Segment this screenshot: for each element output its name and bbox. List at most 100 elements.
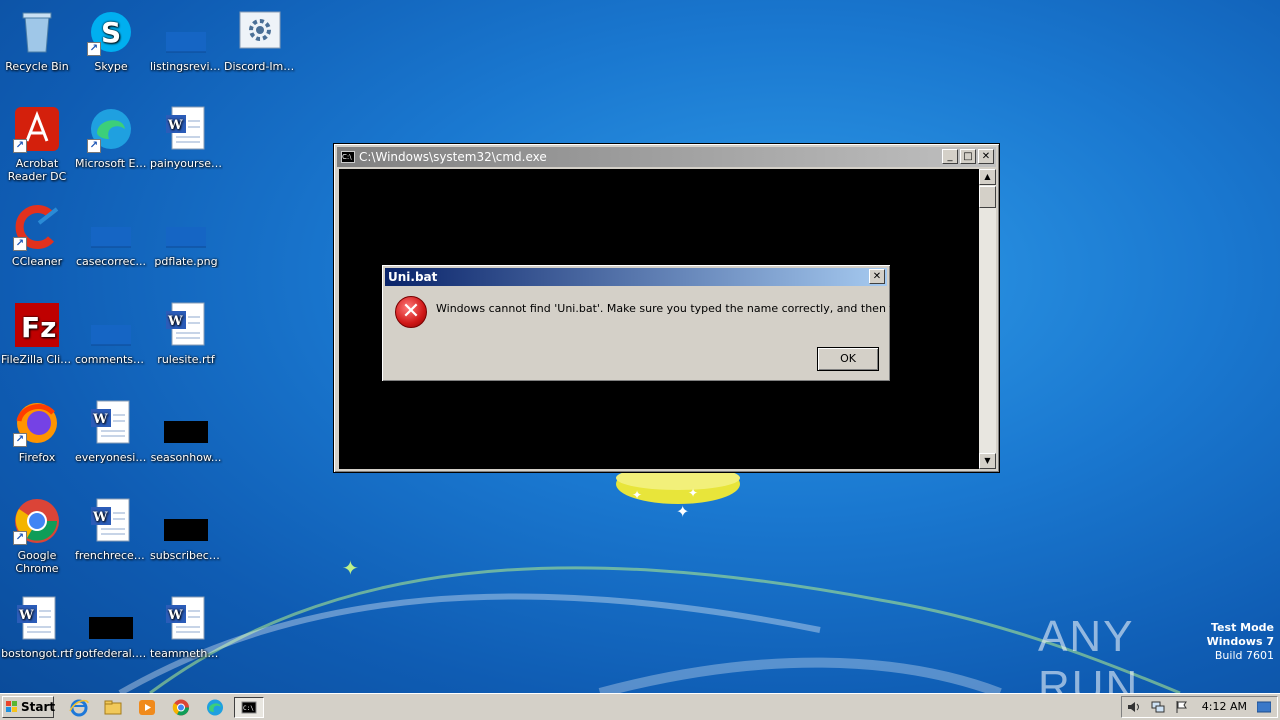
desktop-icon-recycle-bin[interactable]: Recycle Bin [0, 8, 74, 73]
icon-label: painyourself... [150, 157, 223, 170]
chrome-icon[interactable] [170, 697, 192, 718]
desktop-icon-frenchrecen[interactable]: W frenchrecen... [74, 497, 148, 562]
icon-label: Acrobat Reader DC [7, 157, 67, 183]
dialog-close-button[interactable]: ✕ [869, 269, 885, 284]
desktop-icon-chrome[interactable]: ↗ Google Chrome [0, 497, 74, 575]
desktop-icon-firefox[interactable]: ↗ Firefox [0, 399, 74, 464]
dialog-title: Uni.bat [388, 270, 438, 284]
clock[interactable]: 4:12 AM [1202, 697, 1247, 717]
svg-text:W: W [167, 118, 183, 133]
desktop-icon-casecorrec[interactable]: casecorrec... [74, 203, 148, 268]
volume-icon[interactable] [1127, 701, 1141, 713]
icon-label: Firefox [18, 451, 56, 464]
settings-file-icon [236, 8, 284, 56]
chrome-icon: ↗ [13, 497, 61, 545]
dialog-message: Windows cannot find 'Uni.bat'. Make sure… [436, 302, 943, 315]
desktop-icon-ccleaner[interactable]: ↗ CCleaner [0, 203, 74, 268]
shortcut-arrow-icon: ↗ [13, 531, 27, 545]
svg-text:✦: ✦ [632, 488, 642, 502]
desktop-icon-everyonesix[interactable]: W everyonesix... [74, 399, 148, 464]
svg-text:C:\: C:\ [243, 705, 254, 712]
desktop-icon-seasonhow[interactable]: seasonhow... [149, 399, 223, 464]
cmd-title: C:\Windows\system32\cmd.exe [359, 150, 547, 164]
show-desktop-icon[interactable] [1257, 701, 1271, 713]
scroll-down-icon[interactable]: ▼ [979, 453, 996, 469]
desktop-icon-filezilla[interactable]: Fz FileZilla Client [0, 301, 74, 366]
svg-text:W: W [18, 608, 34, 623]
black-image-icon [162, 399, 210, 447]
shortcut-arrow-icon: ↗ [87, 42, 101, 56]
anyrun-logo-text: ANY RUN [1038, 612, 1140, 693]
icon-label: gotfederal.jpg [75, 647, 148, 660]
test-mode-watermark: Test Mode Windows 7 Build 7601 [1207, 621, 1274, 663]
desktop-icon-skype[interactable]: S ↗ Skype [74, 8, 148, 73]
ok-button[interactable]: OK [817, 347, 879, 371]
action-center-flag-icon[interactable] [1175, 701, 1189, 713]
scroll-thumb[interactable] [979, 186, 996, 208]
svg-text:W: W [167, 314, 183, 329]
desktop-icon-edge[interactable]: ↗ Microsoft Edge [74, 105, 148, 170]
svg-text:✦: ✦ [676, 502, 689, 521]
icon-label: frenchrecen... [75, 549, 148, 562]
cmd-icon: C:\ [341, 151, 355, 163]
svg-text:W: W [92, 510, 108, 525]
icon-label: FileZilla Client [1, 353, 74, 366]
svg-text:✦: ✦ [342, 556, 359, 580]
svg-text:✦: ✦ [688, 486, 698, 500]
desktop-icon-discord-image[interactable]: Discord-Ima... [223, 8, 297, 73]
ccleaner-icon: ↗ [13, 203, 61, 251]
scroll-up-icon[interactable]: ▲ [979, 169, 996, 185]
cmd-titlebar[interactable]: C:\ C:\Windows\system32\cmd.exe _ □ ✕ [337, 147, 996, 167]
icon-label: commentslit... [75, 353, 148, 366]
taskbar: Start C:\ 4:12 AM [0, 693, 1280, 720]
shortcut-arrow-icon: ↗ [13, 237, 27, 251]
icon-label: CCleaner [11, 255, 63, 268]
minimize-button[interactable]: _ [942, 149, 958, 164]
file-explorer-icon[interactable] [102, 697, 124, 718]
icon-label: listingsrevie... [150, 60, 223, 73]
word-doc-icon: W [162, 301, 210, 349]
error-dialog[interactable]: Uni.bat ✕ ✕ Windows cannot find 'Uni.bat… [381, 264, 942, 382]
icon-label: rulesite.rtf [157, 353, 215, 366]
desktop-icon-painyourself[interactable]: W painyourself... [149, 105, 223, 170]
icon-label: Microsoft Edge [75, 157, 148, 170]
cmd-taskbar-button[interactable]: C:\ [234, 697, 264, 718]
desktop-icon-commentslit[interactable]: commentslit... [74, 301, 148, 366]
word-doc-icon: W [162, 105, 210, 153]
start-button[interactable]: Start [2, 696, 56, 718]
cmd-scrollbar[interactable]: ▲ ▼ [979, 169, 996, 469]
desktop-icon-teammetho[interactable]: W teammetho... [149, 595, 223, 660]
internet-explorer-icon[interactable] [68, 697, 90, 718]
icon-label: Discord-Ima... [224, 60, 297, 73]
close-button[interactable]: ✕ [978, 149, 994, 164]
image-file-icon [87, 203, 135, 251]
desktop-icon-listingsrevie[interactable]: listingsrevie... [149, 8, 223, 73]
watermark-line1: Test Mode [1211, 621, 1274, 634]
shortcut-arrow-icon: ↗ [13, 433, 27, 447]
icon-label: subscribecu... [150, 549, 223, 562]
icon-label: bostongot.rtf [1, 647, 73, 660]
start-label: Start [21, 700, 56, 714]
desktop-icon-subscribecu[interactable]: subscribecu... [149, 497, 223, 562]
desktop-icon-pdflate[interactable]: pdflate.png [149, 203, 223, 268]
error-icon: ✕ [395, 296, 427, 328]
desktop-icon-acrobat[interactable]: ↗ Acrobat Reader DC [0, 105, 74, 183]
word-doc-icon: W [87, 399, 135, 447]
image-file-icon [87, 301, 135, 349]
dialog-titlebar[interactable]: Uni.bat ✕ [385, 268, 887, 286]
desktop-icon-gotfederal[interactable]: gotfederal.jpg [74, 595, 148, 660]
word-doc-icon: W [13, 595, 61, 643]
network-icon[interactable] [1151, 701, 1165, 713]
black-image-icon [87, 595, 135, 643]
skype-icon: S ↗ [87, 8, 135, 56]
system-tray: 4:12 AM [1121, 696, 1278, 718]
media-player-icon[interactable] [136, 697, 158, 718]
svg-text:W: W [167, 608, 183, 623]
desktop-icon-rulesite[interactable]: W rulesite.rtf [149, 301, 223, 366]
maximize-button[interactable]: □ [960, 149, 976, 164]
icon-label: Google Chrome [15, 549, 59, 575]
edge-icon[interactable] [204, 697, 226, 718]
desktop-icon-bostongot[interactable]: W bostongot.rtf [0, 595, 74, 660]
shortcut-arrow-icon: ↗ [13, 139, 27, 153]
svg-text:W: W [92, 412, 108, 427]
